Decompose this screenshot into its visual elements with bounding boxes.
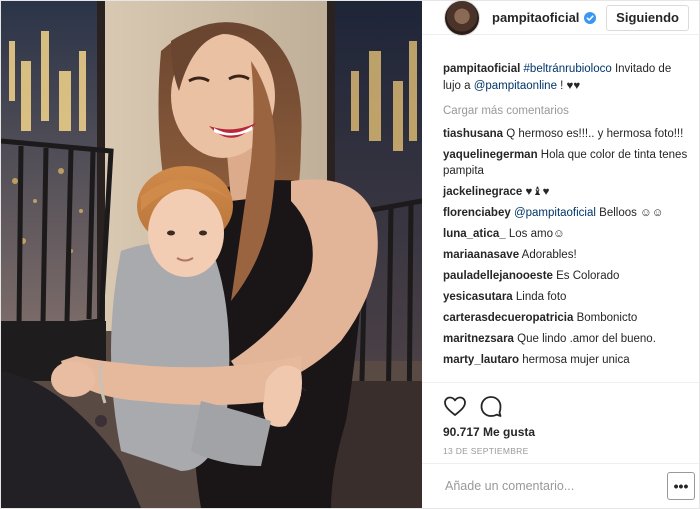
comment-input[interactable]: [443, 478, 667, 494]
following-button[interactable]: Siguiendo: [606, 4, 689, 31]
comment-text: Q hermoso es!!!.. y hermosa foto!!!: [503, 128, 684, 140]
comments-section: pampitaoficial #beltránrubioloco Invitad…: [422, 35, 699, 382]
comment-text: ♥♝♥: [522, 186, 550, 198]
comment-text: Es Colorado: [552, 270, 620, 282]
post-date: 13 DE SEPTIEMBRE: [443, 446, 529, 456]
instagram-post: pampitaoficial Siguiendo pampitaoficial …: [0, 0, 700, 509]
heart-icon[interactable]: [443, 394, 467, 418]
comment-item: luna_atica_ Los amo☺: [443, 226, 689, 242]
comment-text: Adorables!: [519, 249, 577, 261]
comment-username[interactable]: yaquelinegerman: [443, 149, 538, 161]
caption-hashtag[interactable]: #beltránrubioloco: [524, 63, 612, 75]
comment-item: pauladellejanooeste Es Colorado: [443, 268, 689, 284]
caption-username[interactable]: pampitaoficial: [443, 63, 520, 75]
comment-username[interactable]: florenciabey: [443, 207, 511, 219]
comment-text: Linda foto: [512, 291, 567, 303]
comment-bubble-icon[interactable]: [479, 394, 503, 418]
post-side-panel: pampitaoficial Siguiendo pampitaoficial …: [422, 0, 699, 508]
comment-text: Belloos ☺☺: [595, 207, 664, 219]
caption-text-end: ! ♥♥: [556, 80, 581, 92]
caption-mention[interactable]: @pampitaonline: [474, 80, 557, 92]
comment-username[interactable]: luna_atica_: [443, 228, 506, 240]
more-options-icon[interactable]: •••: [667, 472, 695, 500]
comment-text: hermosa mujer unica: [519, 354, 630, 366]
comment-text: Los amo☺: [505, 228, 565, 240]
post-caption: pampitaoficial #beltránrubioloco Invitad…: [443, 61, 689, 95]
load-more-comments-link[interactable]: Cargar más comentarios: [443, 103, 689, 120]
comment-item: maritnezsara Que lindo .amor del bueno.: [443, 331, 689, 347]
post-photo[interactable]: [1, 1, 422, 508]
comment-item: carterasdecueropatricia Bombonicto: [443, 310, 689, 326]
comment-item: mariaanasave Adorables!: [443, 247, 689, 263]
comment-item: florenciabey @pampitaoficial Belloos ☺☺: [443, 205, 689, 221]
comment-mention[interactable]: @pampitaoficial: [514, 207, 596, 219]
comment-username[interactable]: maritnezsara: [443, 333, 514, 345]
comment-item: jackelinegrace ♥♝♥: [443, 184, 689, 200]
action-bar: [443, 393, 689, 419]
comment-username[interactable]: carterasdecueropatricia: [443, 312, 573, 324]
comment-username[interactable]: jackelinegrace: [443, 186, 522, 198]
likes-count[interactable]: 90.717 Me gusta: [443, 425, 689, 439]
comment-username[interactable]: yesicasutara: [443, 291, 513, 303]
post-header: pampitaoficial Siguiendo: [422, 0, 699, 36]
comment-username[interactable]: pauladellejanooeste: [443, 270, 553, 282]
add-comment-bar: •••: [422, 463, 699, 508]
header-username[interactable]: pampitaoficial: [492, 10, 579, 25]
post-actions-area: 90.717 Me gusta 13 DE SEPTIEMBRE: [422, 382, 699, 463]
comment-text: Que lindo .amor del bueno.: [513, 333, 656, 345]
comment-username[interactable]: mariaanasave: [443, 249, 519, 261]
comment-item: tiashusana Q hermoso es!!!.. y hermosa f…: [443, 126, 689, 142]
comment-item: marty_lautaro hermosa mujer unica: [443, 352, 689, 368]
verified-badge-icon: [584, 11, 597, 24]
comment-item: yaquelinegerman Hola que color de tinta …: [443, 147, 689, 179]
comment-username[interactable]: tiashusana: [443, 128, 503, 140]
avatar[interactable]: [444, 0, 480, 36]
photo-illustration: [1, 1, 422, 508]
comment-text: Bombonicto: [573, 312, 638, 324]
comment-username[interactable]: marty_lautaro: [443, 354, 519, 366]
comment-item: yesicasutara Linda foto: [443, 289, 689, 305]
